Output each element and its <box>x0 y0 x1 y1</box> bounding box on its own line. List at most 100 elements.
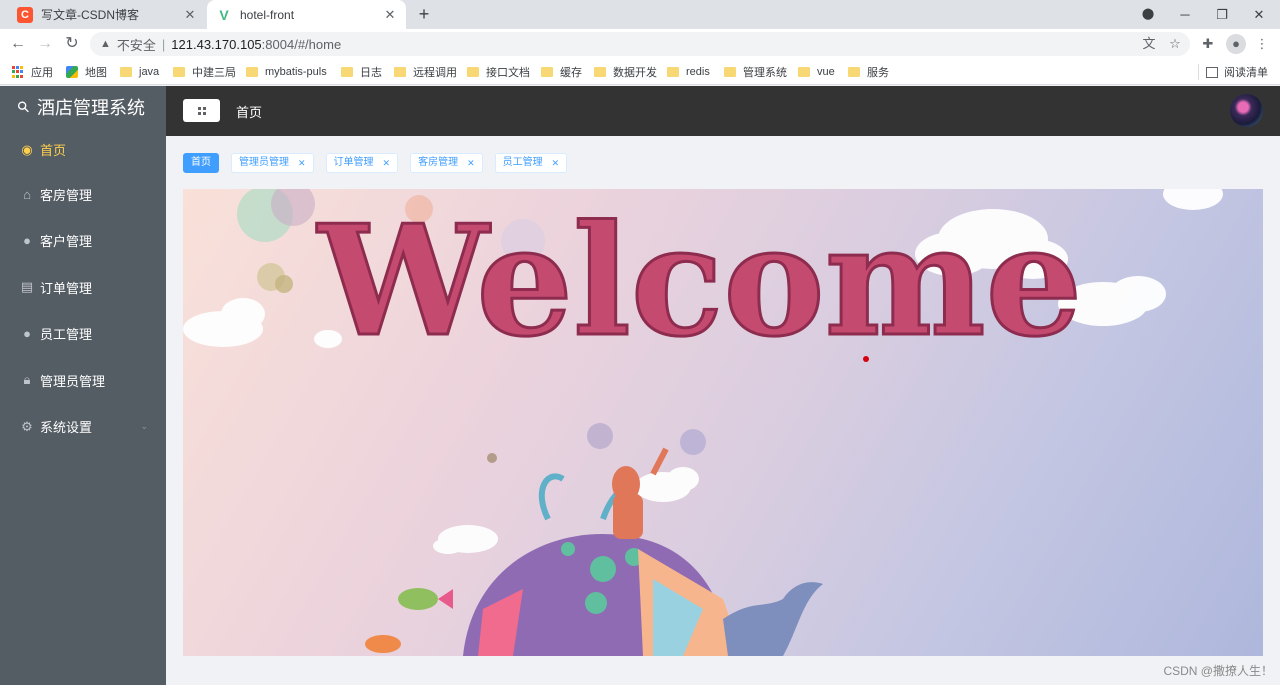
tag-home[interactable]: 首页 <box>183 153 219 173</box>
bookmark-rpc[interactable]: 远程调用 <box>394 64 457 80</box>
folder-icon <box>341 67 353 77</box>
folder-icon <box>120 67 132 77</box>
close-icon[interactable]: ✕ <box>298 154 306 172</box>
sidebar-item-staff[interactable]: ● 员工管理 <box>0 311 166 358</box>
bookmark-log[interactable]: 日志 <box>341 64 382 80</box>
bookmark-java[interactable]: java <box>120 64 159 80</box>
folder-icon <box>798 67 810 77</box>
tag-staff[interactable]: 员工管理 ✕ <box>494 153 568 173</box>
vue-favicon-icon: V <box>219 6 229 23</box>
bookmarks-bar: 应用 地图 java 中建三局 mybatis-puls 日志 远程调用 接口文… <box>0 58 1280 85</box>
sidebar-item-label: 员工管理 <box>40 327 93 343</box>
lock-icon: 🔒︎ <box>23 372 31 388</box>
sidebar: ⚲ 酒店管理系统 ◉ 首页 ⌂ 客房管理 ● 客户管理 ▤ 订单管理 ● 员工管… <box>0 86 166 685</box>
folder-icon <box>394 67 406 77</box>
app-title: 酒店管理系统 <box>37 98 145 118</box>
tag-rooms[interactable]: 客房管理 ✕ <box>410 153 483 173</box>
bookmark-apps[interactable]: 应用 <box>12 64 53 80</box>
folder-icon <box>594 67 606 77</box>
address-separator: | <box>161 36 166 52</box>
close-tab-icon[interactable]: ✕ <box>182 7 198 23</box>
tab-strip: C 写文章-CSDN博客 ✕ V hotel-front ✕ + ⬤ ─ ❐ ✕ <box>0 0 1280 29</box>
bookmark-label: vue <box>817 66 835 78</box>
extensions-icon[interactable]: ✚ <box>1198 34 1218 54</box>
bookmark-vue[interactable]: vue <box>798 64 835 80</box>
avatar[interactable] <box>1230 94 1263 127</box>
star-icon[interactable]: ☆ <box>1165 34 1185 54</box>
sidebar-item-label: 首页 <box>40 143 67 158</box>
sidebar-item-admins[interactable]: 🔒︎ 管理员管理 <box>0 357 166 404</box>
new-tab-button[interactable]: + <box>414 4 434 24</box>
tag-label: 客房管理 <box>418 157 459 168</box>
close-icon[interactable]: ✕ <box>552 154 560 172</box>
folder-icon <box>173 67 185 77</box>
page-title: 首页 <box>236 105 263 120</box>
folder-icon <box>467 67 479 77</box>
bookmark-admin-system[interactable]: 管理系统 <box>724 64 787 80</box>
folder-icon <box>848 67 860 77</box>
minimize-button[interactable]: ─ <box>1166 0 1204 29</box>
sidebar-item-label: 客房管理 <box>40 187 93 203</box>
bookmark-maps[interactable]: 地图 <box>66 64 107 80</box>
csdn-favicon-icon: C <box>17 6 33 23</box>
tag-label: 员工管理 <box>502 157 543 168</box>
security-label: 不安全 <box>116 37 156 53</box>
bookmark-cache[interactable]: 缓存 <box>541 64 582 80</box>
tab-title: 写文章-CSDN博客 <box>41 8 139 22</box>
sidebar-item-orders[interactable]: ▤ 订单管理 <box>0 264 166 311</box>
bookmark-label: 应用 <box>31 67 53 79</box>
bookmark-label: 接口文档 <box>486 67 530 79</box>
bookmark-label: 缓存 <box>560 67 582 79</box>
close-tab-icon[interactable]: ✕ <box>382 7 398 23</box>
bookmark-redis[interactable]: redis <box>667 64 710 80</box>
sidebar-item-home[interactable]: ◉ 首页 <box>0 128 166 171</box>
tag-label: 订单管理 <box>333 157 374 168</box>
user-icon: ● <box>23 233 31 249</box>
browser-tab-csdn[interactable]: C 写文章-CSDN博客 ✕ <box>8 0 206 29</box>
browser-tab-hotel-front[interactable]: V hotel-front ✕ <box>207 0 406 29</box>
translate-icon[interactable]: 文 <box>1139 34 1159 54</box>
maximize-button[interactable]: ❐ <box>1203 0 1241 29</box>
close-icon[interactable]: ✕ <box>383 154 391 172</box>
grid-icon <box>197 106 206 115</box>
folder-icon <box>667 67 679 77</box>
sidebar-item-customers[interactable]: ● 客户管理 <box>0 218 166 265</box>
warning-icon: ▲ <box>100 38 111 50</box>
reading-list-icon <box>1206 66 1218 78</box>
welcome-banner: Welcome <box>183 189 1263 656</box>
bookmark-label: mybatis-puls <box>265 66 327 78</box>
bookmark-api-docs[interactable]: 接口文档 <box>467 64 530 80</box>
close-window-button[interactable]: ✕ <box>1240 0 1278 29</box>
tab-search-icon[interactable]: ⬤ <box>1129 0 1167 29</box>
folder-icon <box>246 67 258 77</box>
reload-button[interactable]: ↻ <box>61 33 83 55</box>
collapse-menu-button[interactable] <box>183 99 220 122</box>
bookmark-service[interactable]: 服务 <box>848 64 889 80</box>
url-host: 121.43.170.105 <box>171 36 262 52</box>
back-button[interactable]: ← <box>7 33 29 55</box>
home-icon: ⌂ <box>23 186 31 202</box>
bookmark-zhongjian[interactable]: 中建三局 <box>173 64 236 80</box>
sidebar-item-rooms[interactable]: ⌂ 客房管理 <box>0 171 166 218</box>
bookmark-mybatis[interactable]: mybatis-puls <box>246 64 327 80</box>
profile-icon[interactable]: ● <box>1226 34 1246 54</box>
forward-button[interactable]: → <box>34 33 56 55</box>
tag-admins[interactable]: 管理员管理 ✕ <box>231 153 314 173</box>
tag-orders[interactable]: 订单管理 ✕ <box>325 153 399 173</box>
bookmark-label: java <box>139 66 160 78</box>
welcome-text: Welcome <box>316 191 1082 370</box>
sidebar-item-settings[interactable]: ⚙ 系统设置 ⌄ <box>0 404 166 451</box>
chevron-down-icon: ⌄ <box>140 421 148 432</box>
document-icon: ▤ <box>20 279 34 295</box>
bookmark-data-dev[interactable]: 数据开发 <box>594 64 657 80</box>
menu-icon[interactable]: ⋮ <box>1252 34 1272 54</box>
address-bar[interactable]: ▲ 不安全 | 121.43.170.105:8004/#/home <box>90 32 1190 56</box>
close-icon[interactable]: ✕ <box>467 154 475 172</box>
reading-list-button[interactable]: 阅读清单 <box>1206 64 1268 80</box>
gear-icon: ⚙ <box>21 418 33 434</box>
sidebar-item-label: 客户管理 <box>40 234 93 250</box>
bookmarks-divider <box>1198 64 1199 80</box>
app-logo: ⚲ 酒店管理系统 <box>0 86 166 128</box>
bookmark-label: 地图 <box>85 67 107 79</box>
url-path: :8004/#/home <box>261 36 342 52</box>
